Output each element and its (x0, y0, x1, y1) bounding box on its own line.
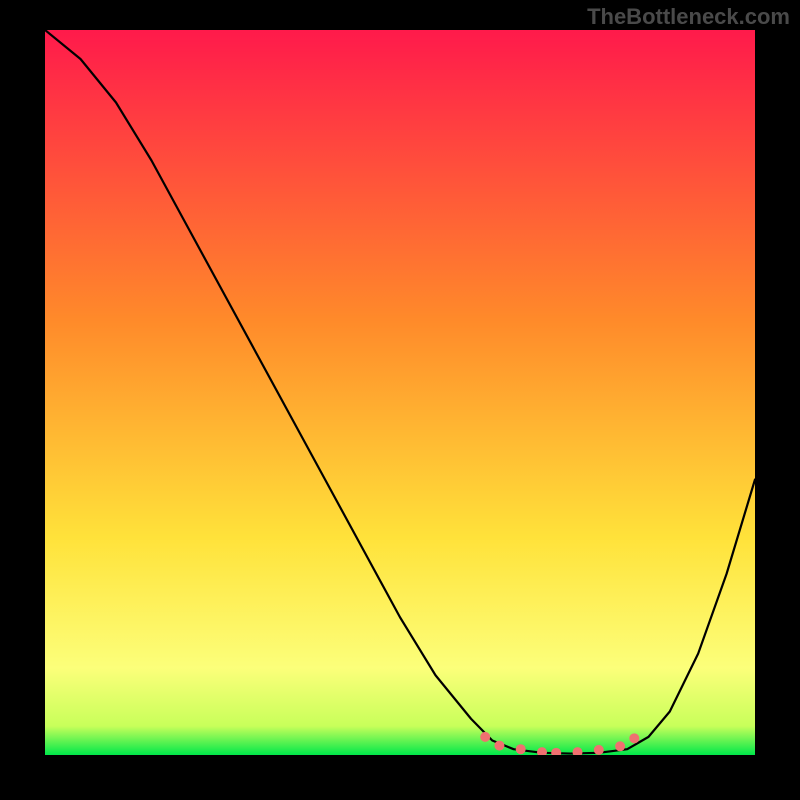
watermark-text: TheBottleneck.com (587, 4, 790, 30)
chart-container: TheBottleneck.com (0, 0, 800, 800)
plot-area (45, 30, 755, 755)
chart-svg (45, 30, 755, 755)
